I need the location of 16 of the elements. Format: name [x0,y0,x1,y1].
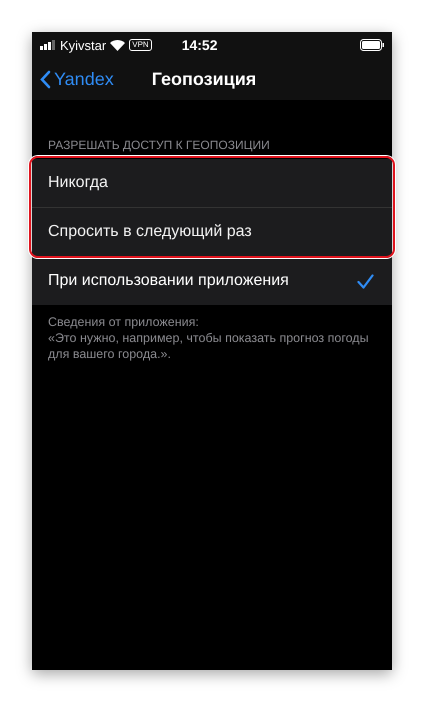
footer-text: «Это нужно, например, чтобы показать прогноз погоды для вашего города.». [48,330,370,362]
carrier-name: Kyivstar [60,38,106,52]
wifi-icon [110,40,126,50]
option-row[interactable]: Спросить в следующий раз [32,208,392,257]
back-button[interactable]: Yandex [40,68,114,90]
battery-icon [360,39,384,51]
option-row[interactable]: При использовании приложения [32,257,392,305]
vpn-badge: VPN [129,39,152,51]
checkmark-icon [357,274,374,288]
section-header: РАЗРЕШАТЬ ДОСТУП К ГЕОПОЗИЦИИ [47,137,271,154]
option-row[interactable]: Никогда [32,159,392,208]
chevron-left-icon [40,70,51,88]
signal-icon [40,40,56,50]
page-title: Геопозиция [152,68,256,90]
status-time: 14:52 [182,37,218,53]
footer-text: Сведения от приложения: [48,314,200,330]
